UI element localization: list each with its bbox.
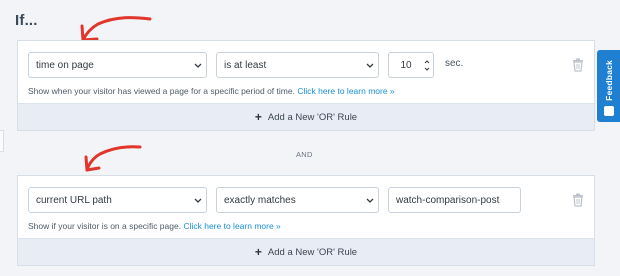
delete-rule-icon[interactable]	[572, 193, 584, 207]
feedback-label: Feedback	[603, 60, 614, 101]
stepper-up-icon[interactable]	[424, 59, 430, 64]
annotation-arrow-2	[80, 138, 146, 178]
rule-field-select[interactable]: current URL path	[28, 187, 207, 213]
rule-operator-select[interactable]: is at least	[216, 52, 379, 78]
add-or-rule-button[interactable]: + Add a New 'OR' Rule	[18, 103, 594, 130]
feedback-tab[interactable]: Feedback	[597, 50, 620, 122]
add-or-rule-label: Add a New 'OR' Rule	[267, 111, 358, 123]
learn-more-link[interactable]: Click here to learn more »	[297, 86, 394, 96]
add-or-rule-button[interactable]: + Add a New 'OR' Rule	[18, 238, 594, 265]
number-stepper[interactable]	[421, 53, 433, 77]
feedback-icon	[603, 106, 614, 116]
add-or-rule-label: Add a New 'OR' Rule	[267, 246, 358, 258]
rule-field-value: current URL path	[36, 194, 112, 206]
rule-card-url-path: current URL path exactly matches watch-c…	[17, 175, 595, 266]
rule-operator-select[interactable]: exactly matches	[216, 187, 379, 213]
rule-value-text: watch-comparison-post	[396, 194, 500, 206]
rule-value-number: 10	[400, 59, 412, 71]
delete-rule-icon[interactable]	[572, 58, 584, 72]
rule-help-text: Show if your visitor is on a specific pa…	[28, 221, 281, 231]
plus-icon: +	[254, 245, 262, 259]
rule-help-description: Show if your visitor is on a specific pa…	[28, 221, 182, 231]
rule-value-text-input[interactable]: watch-comparison-post	[388, 187, 521, 213]
rule-operator-value: exactly matches	[224, 194, 296, 206]
rule-field-select[interactable]: time on page	[28, 52, 207, 78]
chevron-down-icon	[362, 63, 378, 68]
rule-help-description: Show when your visitor has viewed a page…	[28, 86, 295, 96]
chevron-down-icon	[190, 198, 206, 203]
rule-value-unit: sec.	[445, 58, 464, 69]
rules-editor: If... time on page is at least 10 sec. S…	[0, 0, 620, 276]
rule-help-text: Show when your visitor has viewed a page…	[28, 86, 395, 96]
chevron-down-icon	[190, 63, 206, 68]
rule-card-time-on-page: time on page is at least 10 sec. Show wh…	[17, 40, 595, 131]
learn-more-link[interactable]: Click here to learn more »	[183, 221, 280, 231]
plus-icon: +	[254, 110, 262, 124]
side-panel-edge	[0, 130, 4, 152]
and-separator: AND	[296, 150, 313, 159]
stepper-down-icon[interactable]	[424, 67, 430, 71]
conditions-heading: If...	[15, 12, 38, 29]
rule-operator-value: is at least	[224, 59, 267, 71]
rule-field-value: time on page	[36, 59, 94, 71]
chevron-down-icon	[362, 198, 378, 203]
rule-value-number-input[interactable]: 10	[388, 52, 434, 78]
